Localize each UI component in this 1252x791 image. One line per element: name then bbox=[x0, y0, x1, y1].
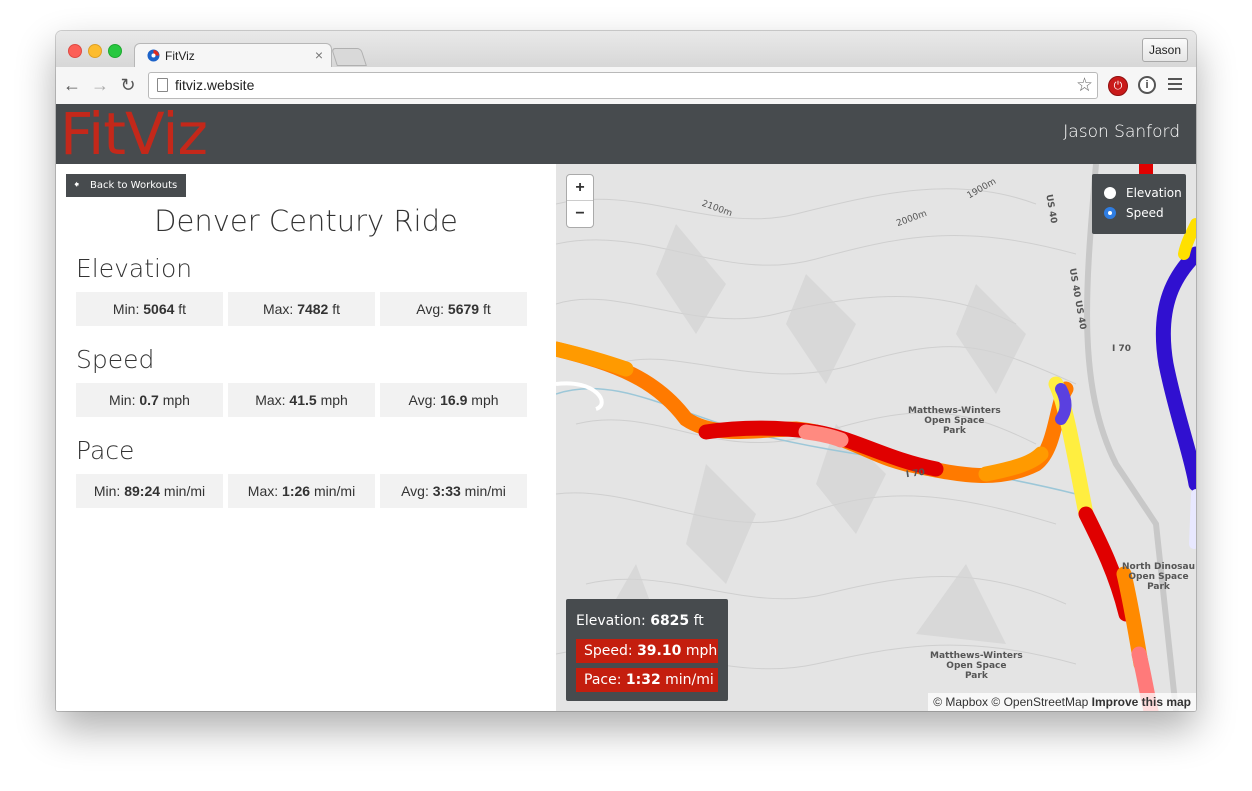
back-to-workouts-button[interactable]: 🠸 Back to Workouts bbox=[66, 174, 186, 197]
elevation-avg-stat: Avg: 5679 ft bbox=[380, 292, 527, 326]
elevation-section-title: Elevation bbox=[76, 254, 193, 283]
browser-tab[interactable]: FitViz × bbox=[134, 43, 332, 68]
profile-button[interactable]: Jason bbox=[1142, 38, 1188, 62]
ride-title: Denver Century Ride bbox=[154, 204, 458, 238]
url-text[interactable]: fitviz.website bbox=[175, 77, 254, 93]
tab-strip: FitViz × Jason bbox=[56, 31, 1196, 68]
pace-max-stat: Max: 1:26 min/mi bbox=[228, 474, 375, 508]
park-label: Matthews-Winters Open Space Park bbox=[908, 406, 1001, 436]
speed-section-title: Speed bbox=[76, 345, 155, 374]
speed-min-stat: Min: 0.7 mph bbox=[76, 383, 223, 417]
reload-icon[interactable]: ↻ bbox=[118, 75, 138, 95]
map-attribution: © Mapbox © OpenStreetMap Improve this ma… bbox=[928, 693, 1196, 711]
info-extension-icon[interactable]: i bbox=[1138, 76, 1156, 94]
fitviz-favicon-icon bbox=[147, 49, 160, 62]
address-bar[interactable]: fitviz.website ☆ bbox=[148, 72, 1098, 99]
browser-window: FitViz × Jason ← → ↻ fitviz.website ☆ ⏻ … bbox=[56, 31, 1196, 711]
tab-close-icon[interactable]: × bbox=[315, 47, 323, 63]
tab-title: FitViz bbox=[165, 49, 195, 63]
new-tab-button[interactable] bbox=[331, 48, 367, 66]
speed-max-stat: Max: 41.5 mph bbox=[228, 383, 375, 417]
app-header: FitViz Jason Sanford bbox=[56, 102, 1196, 166]
park-label: North Dinosau Open Space Park bbox=[1122, 562, 1195, 592]
pace-min-stat: Min: 89:24 min/mi bbox=[76, 474, 223, 508]
back-arrow-icon[interactable]: ← bbox=[62, 75, 82, 95]
speed-readout: Speed: 39.10 mph bbox=[576, 639, 718, 663]
elevation-max-stat: Max: 7482 ft bbox=[228, 292, 375, 326]
pace-readout: Pace: 1:32 min/mi bbox=[576, 668, 718, 692]
pace-avg-stat: Avg: 3:33 min/mi bbox=[380, 474, 527, 508]
improve-map-link[interactable]: Improve this map bbox=[1092, 695, 1191, 709]
elevation-radio[interactable] bbox=[1104, 187, 1116, 199]
workout-stats-panel: 🠸 Back to Workouts Denver Century Ride E… bbox=[56, 164, 556, 711]
park-label: Matthews-Winters Open Space Park bbox=[930, 651, 1023, 681]
pace-section-title: Pace bbox=[76, 436, 135, 465]
osm-link[interactable]: © OpenStreetMap bbox=[991, 695, 1088, 709]
elevation-readout: Elevation: 6825 ft bbox=[576, 613, 704, 629]
zoom-control: + − bbox=[566, 174, 594, 228]
speed-avg-stat: Avg: 16.9 mph bbox=[380, 383, 527, 417]
bookmark-star-icon[interactable]: ☆ bbox=[1076, 74, 1093, 97]
elevation-min-stat: Min: 5064 ft bbox=[76, 292, 223, 326]
road-label: I 70 bbox=[1112, 344, 1132, 354]
browser-toolbar: ← → ↻ fitviz.website ☆ ⏻ i bbox=[56, 67, 1196, 105]
elevation-option-label: Elevation bbox=[1126, 186, 1182, 200]
speed-option-label: Speed bbox=[1126, 206, 1164, 220]
layer-selector: Elevation Speed bbox=[1092, 174, 1186, 234]
speed-radio[interactable] bbox=[1104, 207, 1116, 219]
zoom-window-button[interactable] bbox=[108, 44, 122, 58]
stop-extension-icon[interactable]: ⏻ bbox=[1108, 76, 1128, 96]
route-map[interactable]: Matthews-Winters Open Space Park North D… bbox=[556, 164, 1196, 711]
page-icon bbox=[157, 78, 168, 92]
menu-icon[interactable] bbox=[1168, 78, 1182, 93]
minimize-window-button[interactable] bbox=[88, 44, 102, 58]
back-button-label: Back to Workouts bbox=[90, 180, 178, 191]
arrow-left-icon: 🠸 bbox=[74, 180, 80, 191]
app-logo[interactable]: FitViz bbox=[60, 102, 208, 166]
mapbox-link[interactable]: © Mapbox bbox=[933, 695, 988, 709]
close-window-button[interactable] bbox=[68, 44, 82, 58]
zoom-out-button[interactable]: − bbox=[567, 201, 593, 227]
point-readout: Elevation: 6825 ft Speed: 39.10 mph Pace… bbox=[566, 599, 728, 701]
forward-arrow-icon[interactable]: → bbox=[90, 75, 110, 95]
zoom-in-button[interactable]: + bbox=[567, 175, 593, 201]
user-name[interactable]: Jason Sanford bbox=[1063, 122, 1180, 142]
